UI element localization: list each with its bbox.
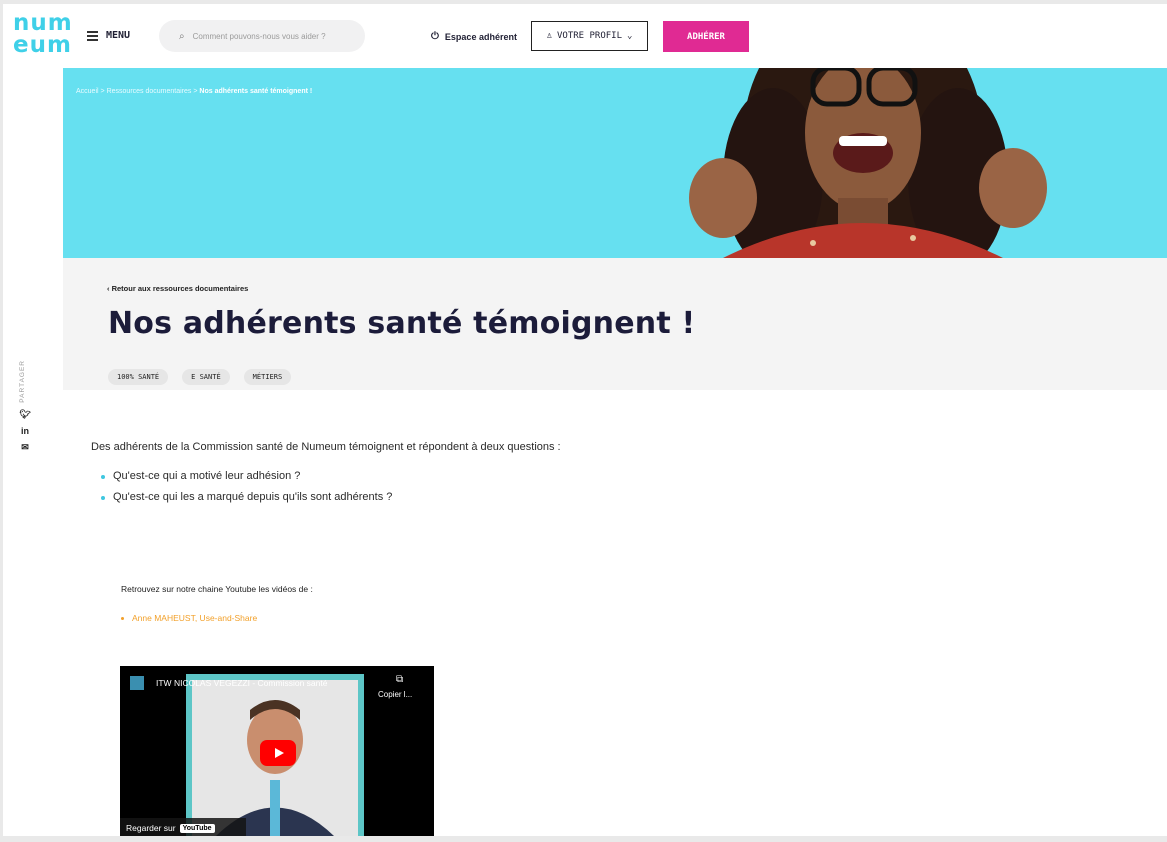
logo-line-top: num — [13, 10, 73, 36]
breadcrumb-accueil[interactable]: Accueil — [76, 88, 99, 95]
breadcrumb-current: Nos adhérents santé témoignent ! — [199, 88, 313, 95]
question-list: Qu'est-ce qui a motivé leur adhésion ? Q… — [101, 466, 561, 508]
hero-banner: Accueil > Ressources documentaires > Nos… — [63, 68, 1167, 258]
hamburger-icon — [87, 31, 98, 41]
play-icon[interactable] — [260, 740, 296, 766]
adherer-button[interactable]: ADHÉRER — [663, 21, 749, 52]
list-item: Qu'est-ce qui les a marqué depuis qu'ils… — [101, 487, 561, 508]
video-title[interactable]: ITW NICOLAS VEGEZZI - Commission santé — [156, 678, 327, 688]
twitter-icon[interactable]: 🐦︎ — [15, 409, 35, 420]
breadcrumb-ressources[interactable]: Ressources documentaires — [107, 88, 192, 95]
back-label: Retour aux ressources documentaires — [111, 284, 249, 293]
tag-metiers[interactable]: MÉTIERS — [243, 369, 292, 385]
channel-icon — [130, 676, 144, 690]
search-input[interactable] — [190, 30, 355, 42]
article-body: Des adhérents de la Commission santé de … — [91, 436, 561, 508]
copy-link-label[interactable]: Copier l... — [378, 690, 412, 699]
search-bar: ⌕ — [159, 20, 365, 52]
profil-label: VOTRE PROFIL — [556, 31, 623, 41]
title-section: ‹ Retour aux ressources documentaires No… — [63, 258, 1167, 390]
watch-label: Regarder sur — [126, 823, 176, 833]
power-icon: ⏻ — [431, 31, 439, 42]
numeum-logo[interactable]: num eum — [13, 10, 73, 60]
adherer-label: ADHÉRER — [687, 31, 725, 42]
tag-e-sante[interactable]: E SANTÉ — [182, 369, 230, 385]
share-sidebar: PARTAGER 🐦︎ in ✉ — [15, 360, 35, 453]
youtube-link-label: Anne MAHEUST, Use-and-Share — [132, 613, 258, 623]
tag-100-sante[interactable]: 100% SANTÉ — [108, 369, 169, 385]
top-header: num eum MENU ⌕ ⏻ Espace adhérent ♙ VOTRE… — [3, 4, 1167, 68]
intro-text: Des adhérents de la Commission santé de … — [91, 441, 561, 453]
menu-label: MENU — [106, 30, 131, 41]
youtube-link-item[interactable]: Anne MAHEUST, Use-and-Share — [121, 613, 257, 623]
logo-line-bottom: eum — [13, 32, 72, 58]
chevron-down-icon: ⌄ — [627, 31, 633, 41]
copy-icon[interactable]: ⧉ — [396, 674, 403, 685]
tag-list: 100% SANTÉ E SANTÉ MÉTIERS — [108, 369, 292, 385]
chat-search-icon: ⌕ — [179, 30, 185, 42]
votre-profil-button[interactable]: ♙ VOTRE PROFIL ⌄ — [531, 21, 648, 51]
linkedin-icon[interactable]: in — [15, 426, 35, 436]
hero-woman-image — [689, 68, 1047, 258]
list-item: Qu'est-ce qui a motivé leur adhésion ? — [101, 466, 561, 487]
youtube-video-embed[interactable]: ITW NICOLAS VEGEZZI - Commission santé ⧉… — [120, 666, 434, 836]
menu-button[interactable]: MENU — [87, 30, 130, 41]
breadcrumb: Accueil > Ressources documentaires > Nos… — [76, 88, 312, 95]
page: num eum MENU ⌕ ⏻ Espace adhérent ♙ VOTRE… — [3, 4, 1167, 836]
bullet-icon — [121, 616, 124, 620]
back-link[interactable]: ‹ Retour aux ressources documentaires — [107, 284, 248, 293]
watch-on-youtube-button[interactable]: Regarder sur YouTube — [120, 818, 246, 836]
youtube-logo: YouTube — [179, 823, 215, 833]
page-title: Nos adhérents santé témoignent ! — [108, 306, 696, 341]
youtube-intro: Retrouvez sur notre chaine Youtube les v… — [121, 584, 313, 594]
share-label: PARTAGER — [19, 360, 26, 403]
breadcrumb-separator: > — [100, 88, 105, 95]
breadcrumb-separator: > — [193, 88, 198, 95]
email-icon[interactable]: ✉ — [15, 442, 35, 453]
user-icon: ♙ — [546, 31, 552, 41]
espace-adherent-link[interactable]: ⏻ Espace adhérent — [431, 31, 517, 42]
espace-adherent-label: Espace adhérent — [444, 31, 517, 42]
